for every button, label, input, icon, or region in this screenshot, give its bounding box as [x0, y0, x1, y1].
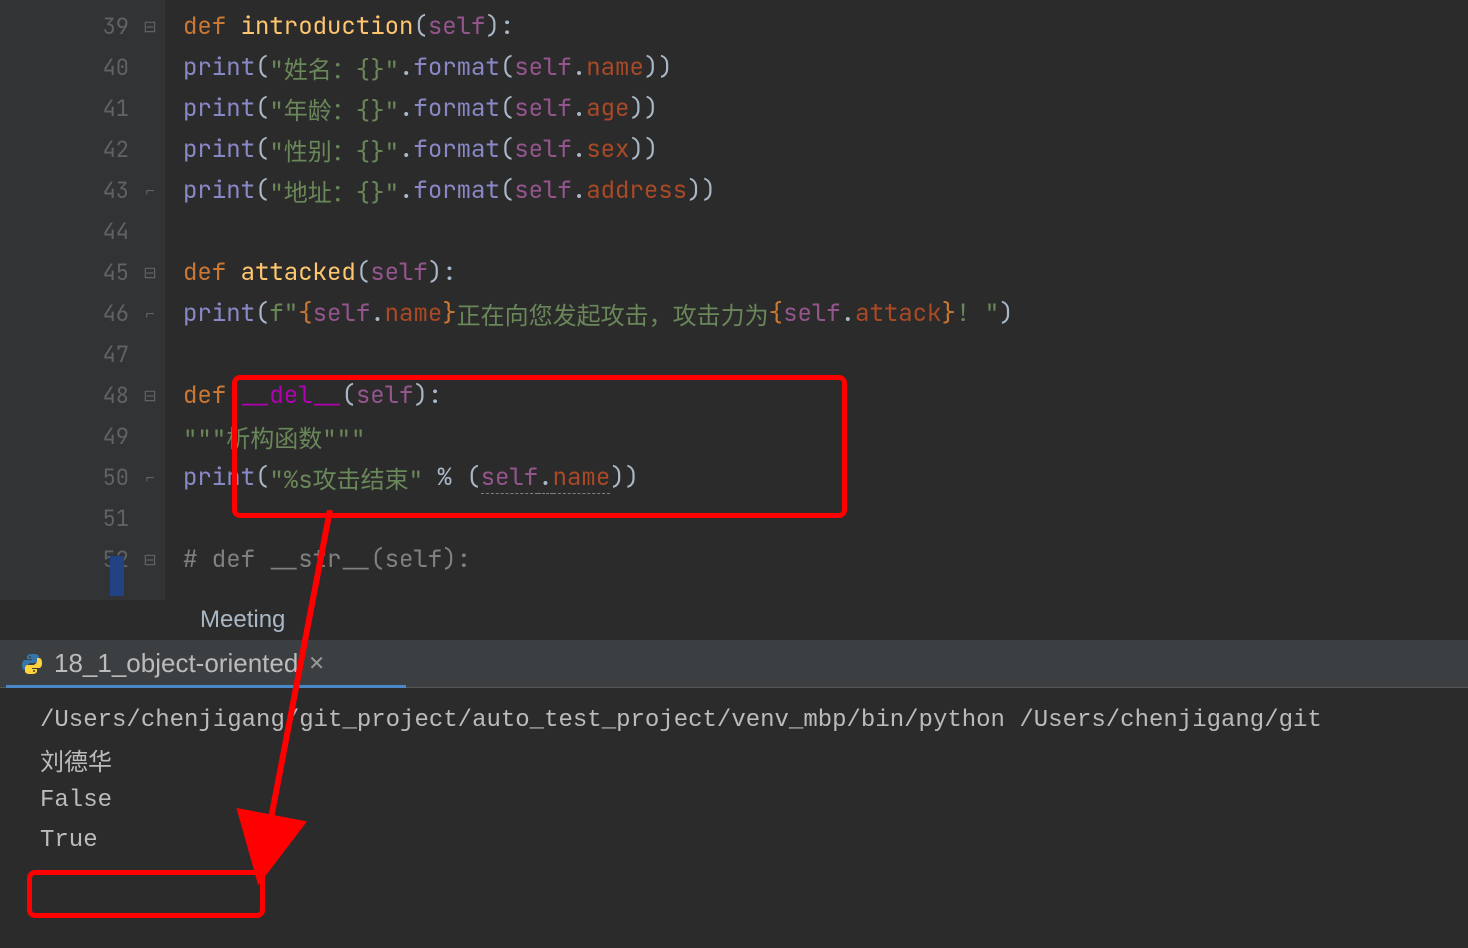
method-format: format	[413, 52, 499, 83]
caret-line-highlight	[110, 556, 124, 596]
self-param: self	[428, 11, 486, 42]
code-line[interactable]: def __del__(self):	[165, 375, 1468, 416]
breadcrumb-item[interactable]: Meeting	[200, 606, 285, 634]
python-icon	[20, 652, 44, 676]
console-output: True	[40, 820, 1428, 860]
fold-marker-icon[interactable]: ⊟	[135, 252, 165, 293]
code-editor[interactable]: 39 40 41 42 43 44 45 46 47 48 49 50 51 5…	[0, 0, 1468, 600]
line-number: 45	[55, 252, 135, 293]
code-line[interactable]: print("年龄：{}".format(self.age))	[165, 88, 1468, 129]
line-number: 39	[55, 6, 135, 47]
breadcrumb-bar[interactable]: Meeting	[0, 600, 1468, 640]
fold-end-icon[interactable]: ⌐	[135, 457, 165, 498]
fold-gutter: ⊟ ⌐ ⊟ ⌐ ⊟ ⌐ ⊟	[135, 0, 165, 600]
comment: # def __str__(self):	[183, 544, 471, 575]
code-area[interactable]: def introduction(self): print("姓名：{}".fo…	[165, 0, 1468, 600]
code-line[interactable]: def introduction(self):	[165, 6, 1468, 47]
code-line[interactable]	[165, 334, 1468, 375]
line-number: 43	[55, 170, 135, 211]
run-console[interactable]: /Users/chenjigang/git_project/auto_test_…	[0, 688, 1468, 948]
line-number: 49	[55, 416, 135, 457]
line-number: 47	[55, 334, 135, 375]
fold-marker-icon[interactable]: ⊟	[135, 6, 165, 47]
code-line[interactable]	[165, 211, 1468, 252]
line-number: 46	[55, 293, 135, 334]
code-line[interactable]: print(f"{self.name}正在向您发起攻击，攻击力为{self.at…	[165, 293, 1468, 334]
line-number: 48	[55, 375, 135, 416]
code-line[interactable]: # def __str__(self):	[165, 539, 1468, 580]
line-number: 51	[55, 498, 135, 539]
code-line[interactable]: print("姓名：{}".format(self.name))	[165, 47, 1468, 88]
code-line[interactable]: print("地址：{}".format(self.address))	[165, 170, 1468, 211]
line-number: 40	[55, 47, 135, 88]
run-tool-tabbar: 18_1_object-oriented ✕	[0, 640, 1468, 688]
string-literal: "姓名：{}"	[269, 50, 399, 86]
console-command: /Users/chenjigang/git_project/auto_test_…	[40, 700, 1428, 740]
code-line[interactable]: print("%s攻击结束" % (self.name))	[165, 457, 1468, 498]
line-number: 44	[55, 211, 135, 252]
code-line[interactable]: def attacked(self):	[165, 252, 1468, 293]
close-icon[interactable]: ✕	[308, 651, 325, 676]
code-line[interactable]	[165, 498, 1468, 539]
fold-marker-icon[interactable]: ⊟	[135, 375, 165, 416]
fold-marker-icon[interactable]: ⊟	[135, 539, 165, 580]
dunder-del: __del__	[241, 380, 342, 411]
gutter-margin	[0, 0, 55, 600]
fold-end-icon[interactable]: ⌐	[135, 170, 165, 211]
console-output: False	[40, 780, 1428, 820]
attr-name: name	[586, 52, 644, 83]
code-line[interactable]: """析构函数"""	[165, 416, 1468, 457]
run-tab-title: 18_1_object-oriented	[54, 648, 298, 679]
line-number: 42	[55, 129, 135, 170]
run-tab[interactable]: 18_1_object-oriented ✕	[6, 640, 339, 687]
console-output: 刘德华	[40, 740, 1428, 780]
line-number: 50	[55, 457, 135, 498]
builtin-print: print	[183, 52, 255, 83]
line-number: 41	[55, 88, 135, 129]
active-tab-indicator	[6, 685, 406, 688]
code-line[interactable]: print("性别：{}".format(self.sex))	[165, 129, 1468, 170]
func-name: introduction	[241, 11, 414, 42]
docstring: """析构函数"""	[183, 419, 365, 455]
keyword-def: def	[183, 11, 241, 42]
line-number-gutter: 39 40 41 42 43 44 45 46 47 48 49 50 51 5…	[55, 0, 135, 600]
fold-end-icon[interactable]: ⌐	[135, 293, 165, 334]
